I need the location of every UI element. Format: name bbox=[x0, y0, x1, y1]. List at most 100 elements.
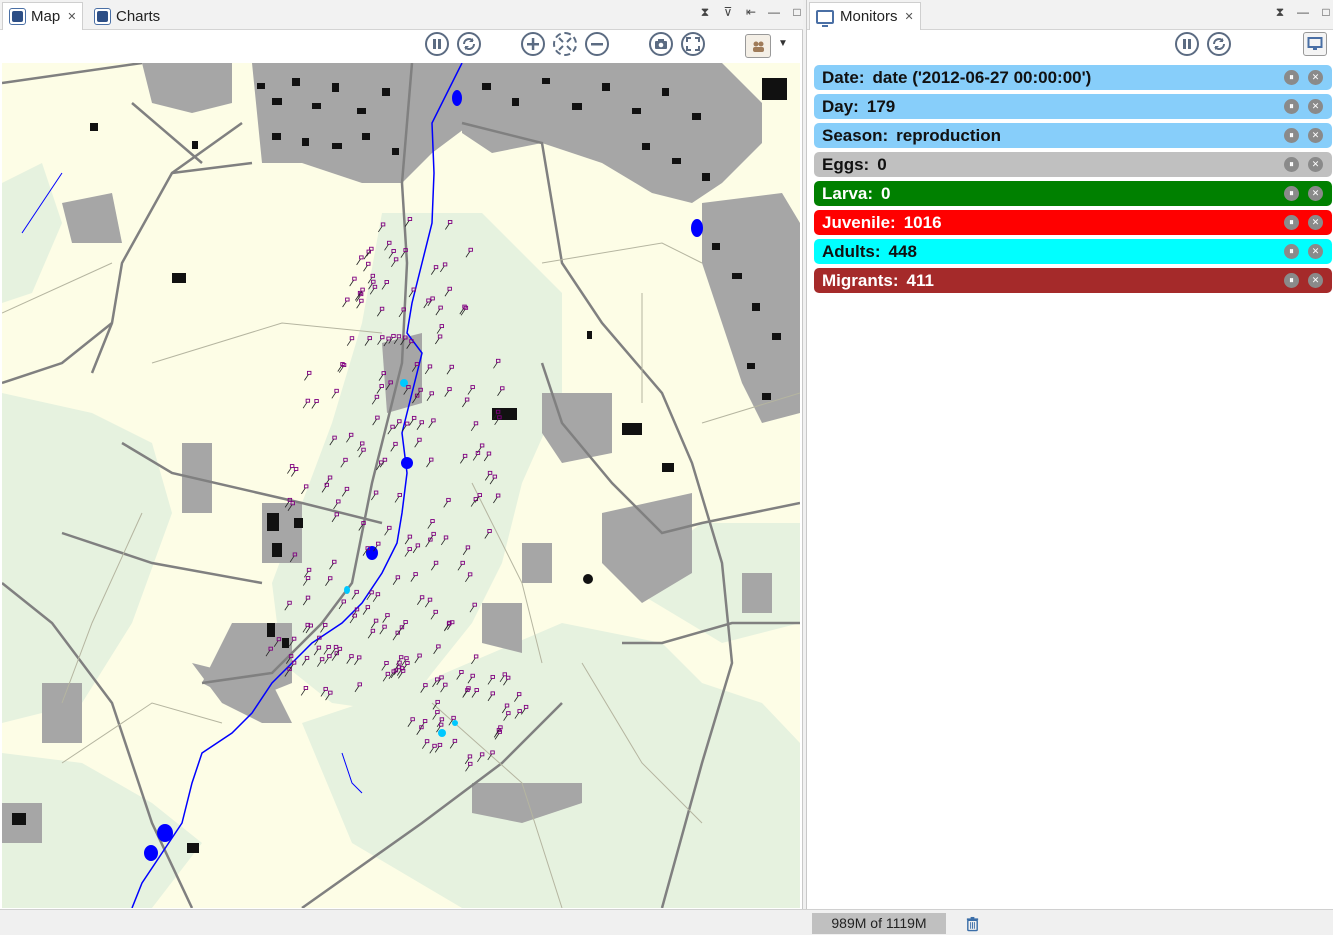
split-icon[interactable]: ⇤ bbox=[744, 4, 758, 20]
agent-marker-stem bbox=[356, 302, 361, 309]
tab-charts[interactable]: Charts bbox=[88, 2, 166, 30]
collapse-icon[interactable]: ⧗ bbox=[1273, 4, 1287, 20]
new-monitor-icon[interactable] bbox=[1303, 32, 1327, 56]
camera-icon[interactable] bbox=[649, 32, 673, 56]
collapse-icon[interactable]: ⧗ bbox=[698, 4, 712, 20]
close-icon[interactable]: ✕ bbox=[1308, 70, 1323, 85]
monitor-icon bbox=[816, 9, 834, 27]
agent-marker-stem bbox=[311, 402, 317, 409]
monitor-row[interactable]: Migrants: 411 ⏸ ✕ bbox=[814, 268, 1332, 293]
minimize-icon[interactable]: — bbox=[1296, 4, 1310, 20]
agent-marker bbox=[303, 686, 309, 690]
agent-marker-stem bbox=[291, 470, 296, 477]
close-icon[interactable]: ✕ bbox=[1308, 215, 1323, 230]
agent-marker bbox=[345, 297, 350, 302]
pause-icon[interactable]: ⏸ bbox=[1284, 244, 1299, 259]
pause-icon[interactable] bbox=[425, 32, 449, 56]
tab-map[interactable]: Map ✕ bbox=[2, 2, 84, 30]
sync-icon[interactable] bbox=[457, 32, 481, 56]
monitor-label: Date: bbox=[822, 67, 865, 87]
agent-marker-stem bbox=[342, 300, 347, 308]
agent-marker-stem bbox=[300, 689, 306, 696]
minimize-icon[interactable]: — bbox=[767, 4, 781, 20]
window-controls: ⧗ — □ bbox=[1273, 4, 1333, 20]
pause-icon[interactable]: ⏸ bbox=[1284, 215, 1299, 230]
zoom-in-icon[interactable] bbox=[521, 32, 545, 56]
monitor-row[interactable]: Day: 179 ⏸ ✕ bbox=[814, 94, 1332, 119]
trash-icon[interactable] bbox=[962, 913, 982, 934]
close-icon[interactable]: ✕ bbox=[67, 10, 76, 23]
agent-marker bbox=[303, 484, 309, 489]
agent-marker bbox=[307, 370, 312, 375]
agent-marker-stem bbox=[363, 265, 368, 272]
pause-icon[interactable]: ⏸ bbox=[1284, 273, 1299, 288]
monitor-list: Date: date ('2012-06-27 00:00:00') ⏸ ✕ Day: 1… bbox=[814, 65, 1332, 297]
monitor-value: reproduction bbox=[896, 125, 1001, 145]
sync-icon[interactable] bbox=[1207, 32, 1231, 56]
close-icon[interactable]: ✕ bbox=[1308, 128, 1323, 143]
agent-marker-stem bbox=[346, 339, 352, 346]
agent-marker bbox=[473, 654, 479, 659]
maximize-icon[interactable]: □ bbox=[1319, 4, 1333, 20]
monitor-row[interactable]: Season: reproduction ⏸ ✕ bbox=[814, 123, 1332, 148]
monitor-row[interactable]: Adults: 448 ⏸ ✕ bbox=[814, 239, 1332, 264]
map-tab-icon bbox=[9, 8, 26, 25]
monitor-row[interactable]: Eggs: 0 ⏸ ✕ bbox=[814, 152, 1332, 177]
maximize-icon[interactable]: □ bbox=[790, 4, 804, 20]
agent-marker-stem bbox=[302, 401, 308, 409]
agent-marker bbox=[359, 298, 364, 303]
zoom-fit-icon[interactable] bbox=[553, 32, 577, 56]
monitor-label: Larva: bbox=[822, 183, 874, 203]
zoom-out-icon[interactable] bbox=[585, 32, 609, 56]
fullscreen-icon[interactable] bbox=[681, 32, 705, 56]
close-icon[interactable]: ✕ bbox=[1308, 186, 1323, 201]
agent-marker bbox=[369, 246, 374, 251]
tab-charts-label: Charts bbox=[116, 7, 161, 25]
pause-icon[interactable]: ⏸ bbox=[1284, 186, 1299, 201]
pause-icon[interactable]: ⏸ bbox=[1284, 128, 1299, 143]
monitor-label: Eggs: bbox=[822, 154, 870, 174]
monitor-label: Season: bbox=[822, 125, 889, 145]
close-icon[interactable]: ✕ bbox=[1308, 273, 1323, 288]
monitor-value: 448 bbox=[888, 241, 917, 261]
monitor-label: Day: bbox=[822, 96, 859, 116]
agent-marker bbox=[366, 261, 371, 266]
monitor-label: Adults: bbox=[822, 241, 881, 261]
monitor-value: 179 bbox=[866, 96, 896, 116]
agent-marker-stem bbox=[363, 252, 369, 260]
monitors-view: Monitors ✕ ⧗ — □ Date: date ('2012-06-27 … bbox=[806, 0, 1333, 909]
map-view: Map ✕ Charts ⧗ ⊽ ⇤ — □ ▼ bbox=[0, 0, 803, 909]
agent-marker bbox=[334, 388, 339, 393]
pause-icon[interactable]: ⏸ bbox=[1284, 99, 1299, 114]
agent-marker bbox=[314, 399, 319, 403]
monitor-row[interactable]: Juvenile: 1016 ⏸ ✕ bbox=[814, 210, 1332, 235]
layers-icon[interactable] bbox=[745, 34, 771, 58]
monitor-row[interactable]: Date: date ('2012-06-27 00:00:00') ⏸ ✕ bbox=[814, 65, 1332, 90]
map-canvas[interactable] bbox=[2, 63, 800, 908]
charts-tab-icon bbox=[94, 7, 111, 25]
agent-marker bbox=[289, 464, 295, 468]
agent-marker-stem bbox=[331, 392, 337, 399]
monitor-value: 1016 bbox=[903, 212, 942, 232]
close-icon[interactable]: ✕ bbox=[1308, 244, 1323, 259]
sync-view-icon[interactable]: ⊽ bbox=[721, 4, 735, 20]
pause-icon[interactable]: ⏸ bbox=[1284, 157, 1299, 172]
monitor-value: 0 bbox=[881, 183, 891, 203]
close-icon[interactable]: ✕ bbox=[1308, 99, 1323, 114]
monitor-value: 411 bbox=[906, 270, 934, 290]
map-toolbar: ▼ bbox=[0, 32, 803, 62]
map-tabbar: Map ✕ Charts ⧗ ⊽ ⇤ — □ bbox=[0, 0, 803, 30]
pause-icon[interactable] bbox=[1175, 32, 1199, 56]
close-icon[interactable]: ✕ bbox=[1308, 157, 1323, 172]
agent-marker-stem bbox=[287, 467, 292, 474]
agent-marker bbox=[293, 467, 299, 471]
close-icon[interactable]: ✕ bbox=[905, 10, 914, 23]
monitor-label: Juvenile: bbox=[822, 212, 896, 232]
monitor-row[interactable]: Larva: 0 ⏸ ✕ bbox=[814, 181, 1332, 206]
pause-icon[interactable]: ⏸ bbox=[1284, 70, 1299, 85]
chevron-down-icon[interactable]: ▼ bbox=[778, 38, 788, 49]
agent-marker bbox=[359, 255, 364, 260]
tab-monitors-label: Monitors bbox=[840, 8, 898, 25]
tab-monitors[interactable]: Monitors ✕ bbox=[809, 2, 921, 30]
agent-marker bbox=[349, 336, 355, 341]
